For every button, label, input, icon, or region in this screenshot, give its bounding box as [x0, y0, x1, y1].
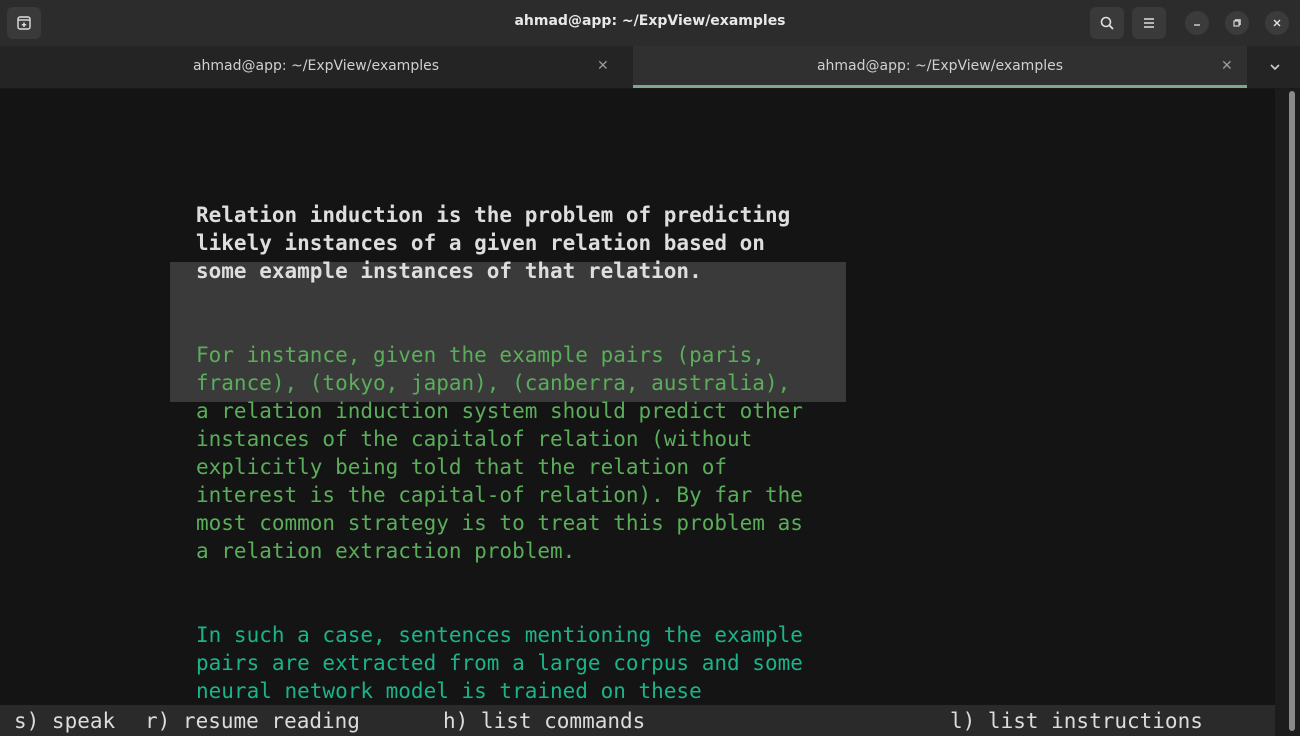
search-icon — [1100, 16, 1114, 30]
close-icon — [1273, 19, 1281, 27]
menu-button[interactable] — [1132, 7, 1166, 39]
restore-button[interactable] — [1225, 11, 1249, 35]
title-bar: ahmad@app: ~/ExpView/examples — [0, 0, 1300, 46]
paragraph-line: interest is the capital-of relation). By… — [196, 483, 803, 507]
speak-command[interactable]: s) speak — [14, 707, 115, 735]
scrollbar[interactable] — [1275, 89, 1300, 736]
heading-line: some example instances of that relation. — [196, 259, 702, 283]
tab-2-active[interactable]: ahmad@app: ~/ExpView/examples ✕ — [633, 46, 1247, 88]
tabs-dropdown-button[interactable] — [1268, 59, 1282, 78]
heading-line: likely instances of a given relation bas… — [196, 231, 765, 255]
tab-close-icon[interactable]: ✕ — [597, 58, 609, 74]
list-commands-command[interactable]: h) list commands — [443, 707, 645, 735]
resume-reading-command[interactable]: r) resume reading — [145, 707, 360, 735]
active-tab-indicator — [633, 85, 1247, 88]
tab-1[interactable]: ahmad@app: ~/ExpView/examples ✕ — [0, 46, 632, 88]
paragraph-line: a relation extraction problem. — [196, 539, 576, 563]
paragraph-line: explicitly being told that the relation … — [196, 455, 728, 479]
paragraph-line: In such a case, sentences mentioning the… — [196, 623, 803, 647]
heading-line: Relation induction is the problem of pre… — [196, 203, 791, 227]
restore-icon — [1233, 19, 1241, 27]
tab-label: ahmad@app: ~/ExpView/examples — [816, 58, 1064, 74]
paragraph-line: france), (tokyo, japan), (canberra, aust… — [196, 371, 791, 395]
search-button[interactable] — [1090, 7, 1124, 39]
hamburger-menu-icon — [1144, 18, 1154, 28]
minimize-icon — [1194, 24, 1200, 26]
list-instructions-command[interactable]: l) list instructions — [950, 707, 1203, 735]
chevron-down-icon — [1270, 64, 1280, 71]
paragraph-line: neural network model is trained on these — [196, 679, 702, 703]
paragraph-line: a relation induction system should predi… — [196, 399, 803, 423]
paragraph-line: most common strategy is to treat this pr… — [196, 511, 803, 535]
scrollbar-thumb[interactable] — [1289, 91, 1295, 731]
command-status-bar: s) speak r) resume reading h) list comma… — [0, 705, 1275, 736]
minimize-button[interactable] — [1185, 11, 1209, 35]
paragraph-line: instances of the capitalof relation (wit… — [196, 427, 753, 451]
tab-bar: ahmad@app: ~/ExpView/examples ✕ ahmad@ap… — [0, 46, 1300, 89]
tab-label: ahmad@app: ~/ExpView/examples — [192, 58, 440, 74]
tab-close-icon[interactable]: ✕ — [1221, 58, 1233, 74]
paragraph-line: pairs are extracted from a large corpus … — [196, 651, 803, 675]
close-window-button[interactable] — [1265, 11, 1289, 35]
paragraph-line: For instance, given the example pairs (p… — [196, 343, 765, 367]
